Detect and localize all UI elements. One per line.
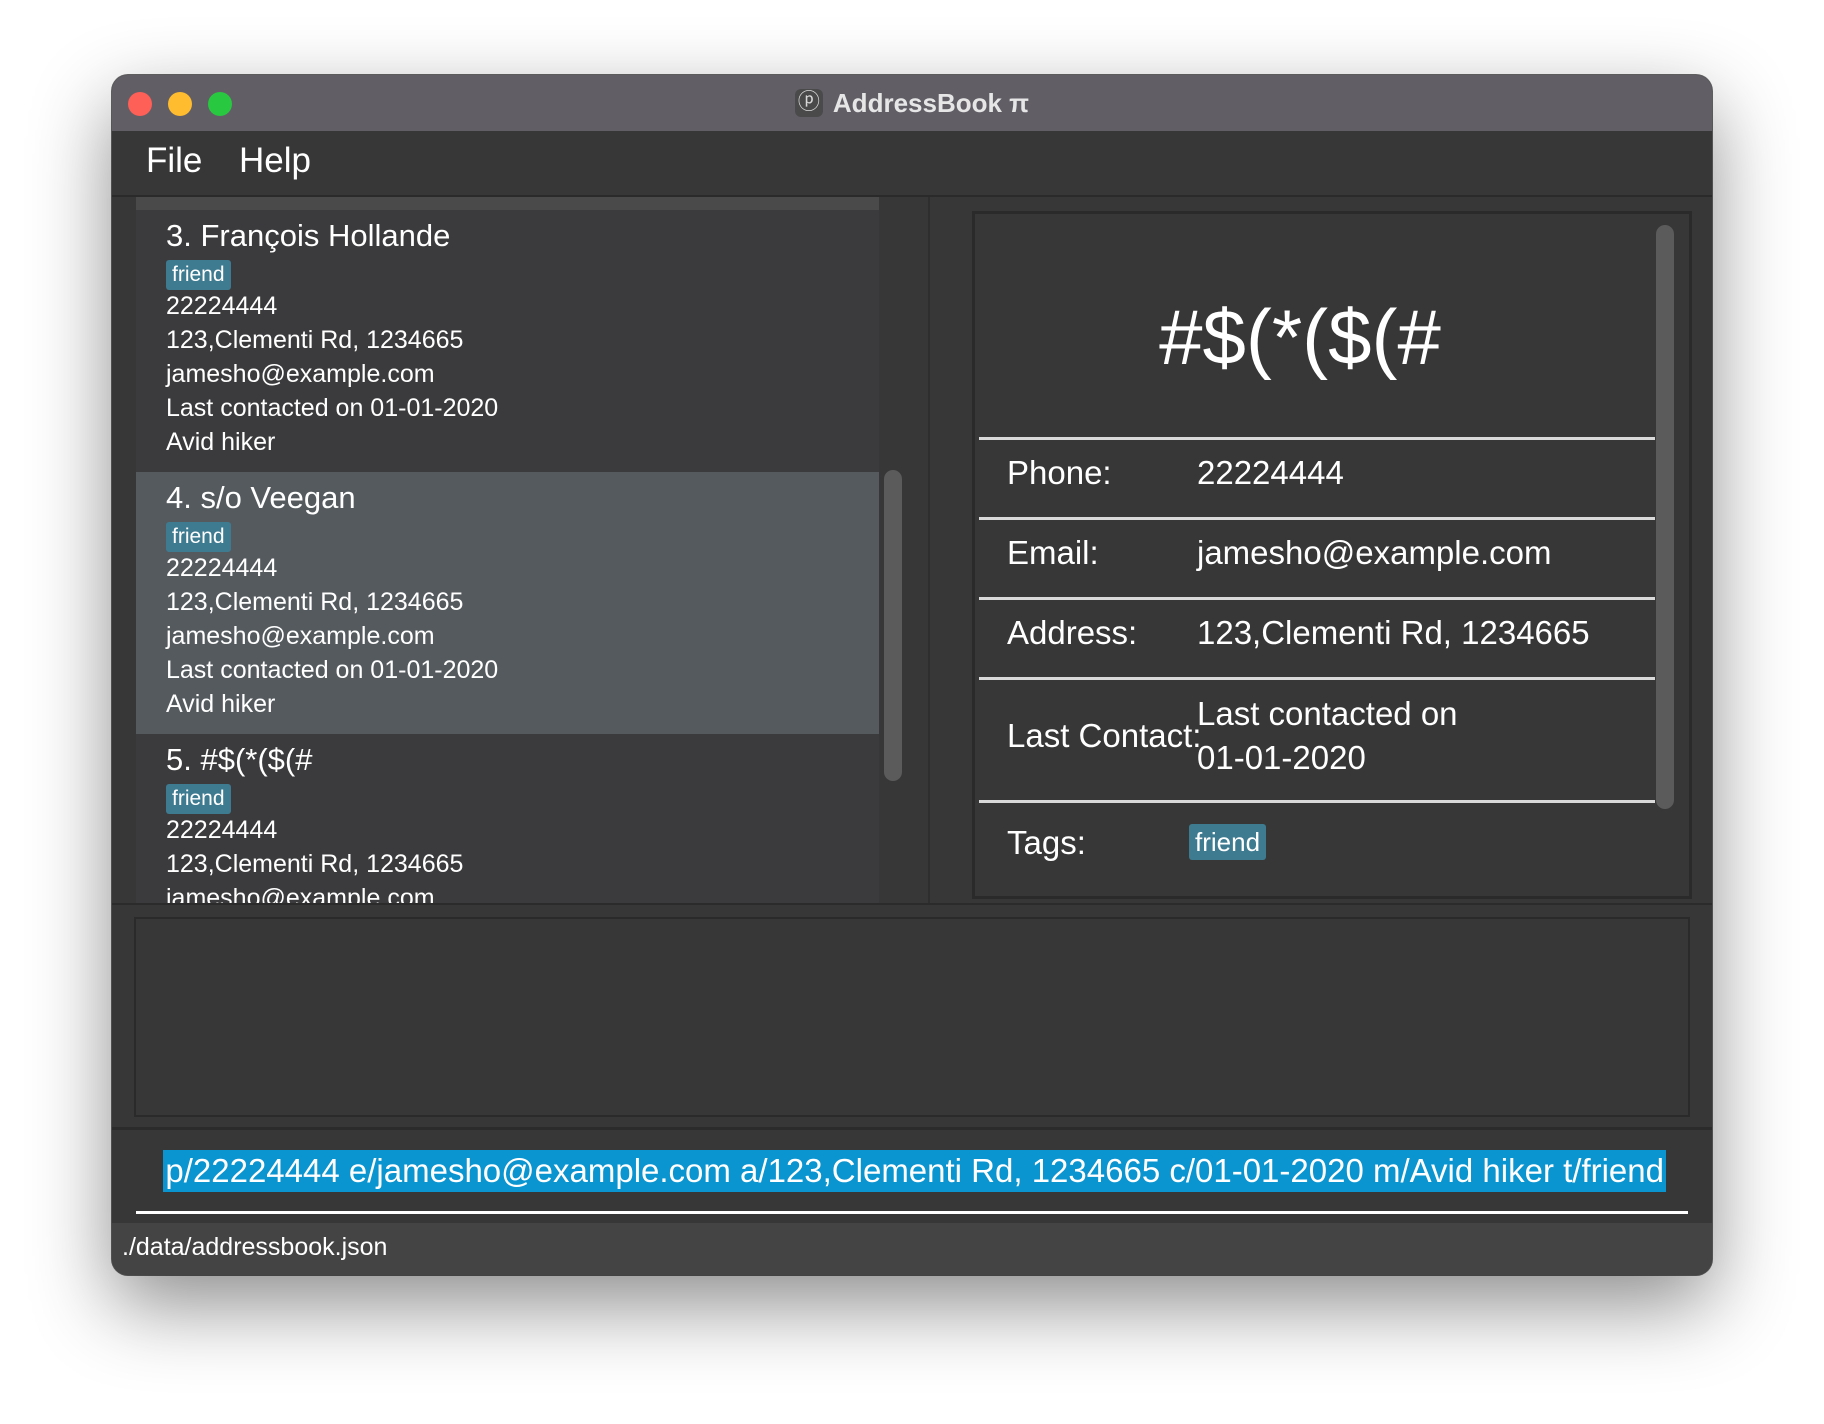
split-divider[interactable] <box>928 197 930 903</box>
person-name: 5. #$(*($(# <box>166 742 313 777</box>
person-name: 4. s/o Veegan <box>166 480 356 515</box>
email-label: Email: <box>1007 534 1099 571</box>
email-value: jamesho@example.com <box>1197 534 1552 571</box>
last-contact-label: Last Contact: <box>1007 717 1202 754</box>
tag-badge: friend <box>166 522 231 552</box>
menu-bar: File Help <box>112 131 1712 197</box>
list-scrollbar-thumb[interactable] <box>884 470 902 781</box>
person-address: 123,Clementi Rd, 1234665 <box>166 850 464 878</box>
person-list[interactable]: 3. François Hollande friend 22224444 123… <box>136 197 914 903</box>
menu-help[interactable]: Help <box>239 141 311 181</box>
person-detail-card: #$(*($(# Phone: 22224444 Email: jamesho@… <box>972 211 1692 899</box>
detail-scrollbar-thumb[interactable] <box>1656 225 1674 809</box>
person-card-3[interactable]: 3. François Hollande friend 22224444 123… <box>136 210 879 472</box>
person-remark: Avid hiker <box>166 428 276 456</box>
section-divider <box>112 1127 1712 1130</box>
person-address: 123,Clementi Rd, 1234665 <box>166 588 464 616</box>
detail-person-name: #$(*($(# <box>1159 293 1441 381</box>
detail-row-last-contact: Last Contact: Last contacted on 01-01-20… <box>979 677 1655 800</box>
person-phone: 22224444 <box>166 816 278 844</box>
person-email: jamesho@example.com <box>166 884 435 903</box>
previous-card-edge <box>136 197 879 210</box>
detail-row-address: Address: 123,Clementi Rd, 1234665 <box>979 597 1655 677</box>
menu-file[interactable]: File <box>146 141 202 181</box>
person-email: jamesho@example.com <box>166 622 435 650</box>
detail-row-phone: Phone: 22224444 <box>979 437 1655 517</box>
save-location-path: ./data/addressbook.json <box>122 1233 388 1261</box>
person-remark: Avid hiker <box>166 690 276 718</box>
person-card-4-selected[interactable]: 4. s/o Veegan friend 22224444 123,Clemen… <box>136 472 879 734</box>
result-display <box>134 917 1690 1117</box>
person-last-contact: Last contacted on 01-01-2020 <box>166 656 499 684</box>
command-input-text[interactable]: p/22224444 e/jamesho@example.com a/123,C… <box>163 1150 1666 1192</box>
person-phone: 22224444 <box>166 554 278 582</box>
tag-badge: friend <box>166 260 231 290</box>
last-contact-value-line1: Last contacted on <box>1197 695 1458 732</box>
person-last-contact: Last contacted on 01-01-2020 <box>166 394 499 422</box>
last-contact-value-line2: 01-01-2020 <box>1197 739 1366 776</box>
app-logo-icon: ⓟ <box>794 89 823 117</box>
window-title: AddressBook π <box>832 87 1030 118</box>
phone-label: Phone: <box>1007 454 1112 491</box>
command-box-underline <box>136 1211 1688 1214</box>
tag-badge: friend <box>1189 824 1267 860</box>
person-card-5[interactable]: 5. #$(*($(# friend 22224444 123,Clementi… <box>136 734 879 903</box>
split-divider-horizontal[interactable] <box>112 903 1712 905</box>
command-box[interactable]: p/22224444 e/jamesho@example.com a/123,C… <box>136 1150 1688 1202</box>
person-address: 123,Clementi Rd, 1234665 <box>166 326 464 354</box>
person-phone: 22224444 <box>166 292 278 320</box>
tags-label: Tags: <box>1007 824 1086 861</box>
detail-row-tags: Tags: friend <box>979 800 1655 890</box>
address-value: 123,Clementi Rd, 1234665 <box>1197 614 1590 651</box>
detail-row-email: Email: jamesho@example.com <box>979 517 1655 597</box>
tag-badge: friend <box>166 784 231 814</box>
title-bar: ⓟ AddressBook π <box>112 75 1712 132</box>
status-bar: ./data/addressbook.json <box>112 1223 1712 1275</box>
address-label: Address: <box>1007 614 1138 651</box>
app-window: ⓟ AddressBook π File Help 3. François Ho… <box>112 75 1712 1275</box>
phone-value: 22224444 <box>1197 454 1344 491</box>
person-name: 3. François Hollande <box>166 218 451 253</box>
person-email: jamesho@example.com <box>166 360 435 388</box>
